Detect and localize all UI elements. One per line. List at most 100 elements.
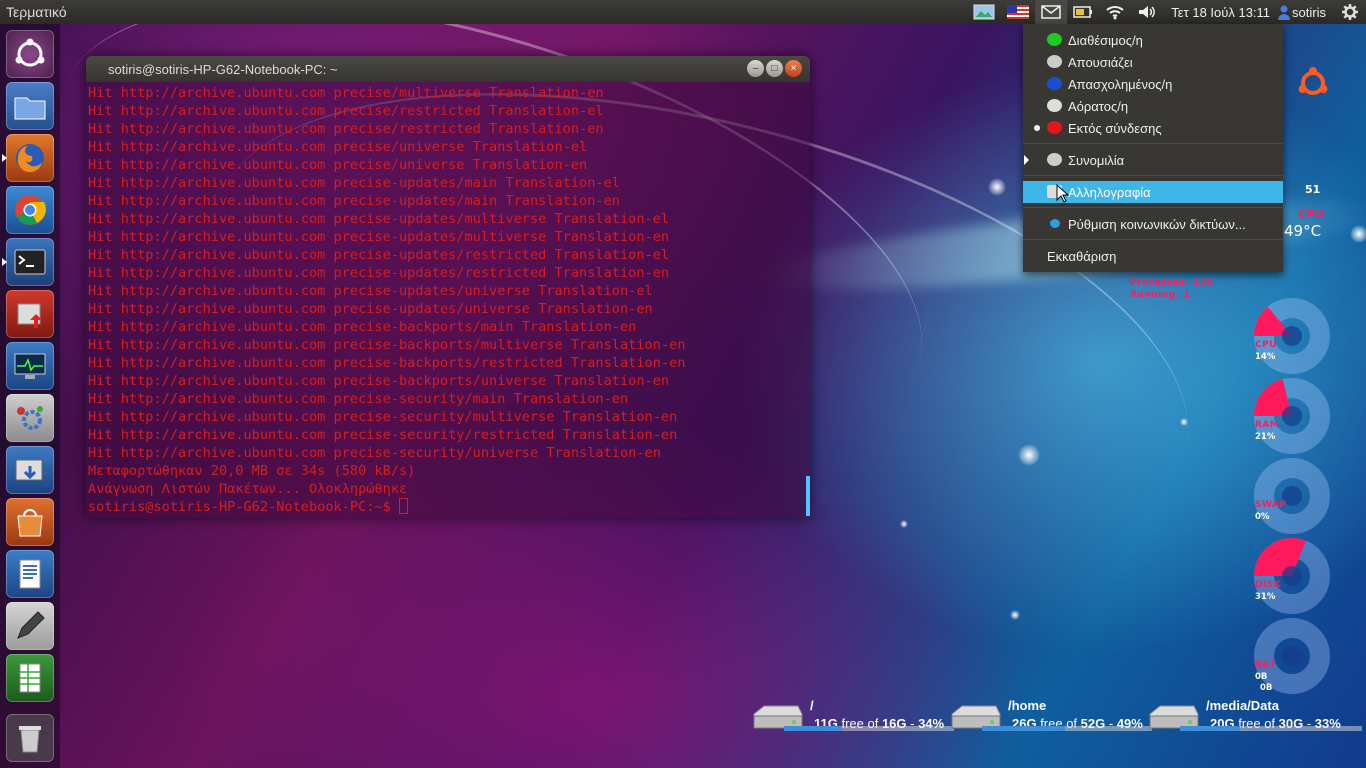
gauge-center [1282,646,1302,666]
conky-top-value: 51 [1305,183,1321,196]
disk-mount-name: / [810,698,814,713]
wallpaper-orb [1018,444,1040,466]
terminal-line: Hit http://archive.ubuntu.com precise-ba… [88,373,670,389]
terminal-prompt: sotiris@sotiris-HP-G62-Notebook-PC:~$ [88,499,399,515]
wifi-icon[interactable] [1099,0,1131,24]
conky-processes: Processes: 158 [1130,278,1214,288]
disk-usage-fill [1180,726,1241,731]
menu-separator [1023,207,1283,208]
libreoffice-calc-icon[interactable] [6,654,54,702]
menu-item-away[interactable]: Απουσιάζει [1023,51,1283,73]
terminal-line: Hit http://archive.ubuntu.com precise-up… [88,175,620,191]
clock[interactable]: Τετ 18 Ιούλ 13:11 [1163,5,1278,20]
menu-item-label: Απασχολημένος/η [1068,76,1173,92]
twitter-bird-icon [1050,219,1060,228]
terminal-line: Hit http://archive.ubuntu.com precise/un… [88,139,588,155]
disk-usage-bar [982,726,1152,731]
software-updater-icon[interactable] [6,290,54,338]
menu-item-clear[interactable]: Εκκαθάριση [1023,245,1283,267]
menu-separator [1023,175,1283,176]
disk-usage-bar [784,726,954,731]
terminal-scrollbar[interactable] [806,476,810,516]
volume-icon[interactable] [1131,0,1163,24]
terminal-output[interactable]: Hit http://archive.ubuntu.com precise/mu… [86,82,810,518]
offline-status-icon [1047,121,1062,134]
terminal-line: Hit http://archive.ubuntu.com precise-up… [88,211,670,227]
installer-icon[interactable] [6,446,54,494]
terminal-titlebar[interactable]: sotiris@sotiris-HP-G62-Notebook-PC: ~ – … [86,56,810,82]
gauge-center [1282,406,1302,426]
menu-separator [1023,239,1283,240]
terminal-line: Hit http://archive.ubuntu.com precise/mu… [88,85,604,101]
battery-icon[interactable] [1067,0,1099,24]
disk-mount-name: /media/Data [1206,698,1279,713]
disk-usage-fill [982,726,1066,731]
libreoffice-writer-icon[interactable] [6,550,54,598]
terminal-line: Hit http://archive.ubuntu.com precise-ba… [88,319,637,335]
wallpaper-orb [1350,225,1366,243]
menu-separator [1023,143,1283,144]
gear-icon[interactable] [1334,0,1366,24]
files-folder-icon[interactable] [6,82,54,130]
terminal-icon[interactable] [2,238,54,286]
menu-item-label: Αλληλογραφία [1068,184,1151,200]
system-settings-icon[interactable] [6,394,54,442]
keyboard-layout-flag-icon[interactable] [1001,0,1035,24]
menu-item-busy[interactable]: Απασχολημένος/η [1023,73,1283,95]
disk-mount-name: /home [1008,698,1047,713]
terminal-line: Hit http://archive.ubuntu.com precise-se… [88,391,629,407]
selected-bullet-icon [1034,125,1040,131]
running-indicator [2,258,7,266]
terminal-line: Hit http://archive.ubuntu.com precise-up… [88,301,653,317]
trash-icon[interactable] [6,714,54,762]
terminal-line: Hit http://archive.ubuntu.com precise-up… [88,193,620,209]
terminal-window[interactable]: sotiris@sotiris-HP-G62-Notebook-PC: ~ – … [86,56,810,518]
system-monitor-icon[interactable] [6,342,54,390]
terminal-title: sotiris@sotiris-HP-G62-Notebook-PC: ~ [108,61,338,77]
conky-gauge-cpu [1254,298,1330,374]
wallpaper-orb [1010,610,1020,620]
conky-gauge-disk [1254,538,1330,614]
conky-gauge-value: 0% [1255,512,1270,522]
chromium-icon[interactable] [6,186,54,234]
close-button[interactable]: × [785,60,802,77]
gauge-center [1282,326,1302,346]
maximize-button[interactable]: □ [766,60,783,77]
top-panel: Τερματικό Τετ 18 Ιούλ 13:11 sotiris [0,0,1366,24]
system-tray: Τετ 18 Ιούλ 13:11 sotiris [967,0,1366,24]
menu-item-chat[interactable]: Συνομιλία [1023,149,1283,171]
wallpaper-orb [988,178,1006,196]
menu-item-offline[interactable]: Εκτός σύνδεσης [1023,117,1283,139]
wallpaper-orb [1180,418,1188,426]
conky-gauge-label: CPU [1255,340,1278,350]
menu-item-invisible[interactable]: Αόρατος/η [1023,95,1283,117]
conky-cpu-label: CPU [1298,208,1325,221]
menu-item-available[interactable]: Διαθέσιμος/η [1023,29,1283,51]
ubuntu-logo-icon [1298,67,1328,95]
messaging-envelope-icon[interactable] [1035,0,1068,24]
menu-item-social[interactable]: Ρύθμιση κοινωνικών δικτύων... [1023,213,1283,235]
photo-indicator-icon[interactable] [967,0,1001,24]
launcher [0,24,60,768]
user-name[interactable]: sotiris [1292,5,1334,20]
conky-gauge-label: NET [1255,660,1277,670]
mouse-cursor-icon [1056,184,1070,203]
conky-gauge-label: RAM [1255,420,1280,430]
software-center-icon[interactable] [6,498,54,546]
terminal-line: Hit http://archive.ubuntu.com precise-se… [88,445,661,461]
disk-usage-fill [784,726,842,731]
conky-gauge-ram [1254,378,1330,454]
user-icon[interactable] [1278,0,1292,24]
messaging-status-menu: Διαθέσιμος/η Απουσιάζει Απασχολημένος/η … [1023,24,1283,272]
busy-status-icon [1047,77,1062,90]
text-editor-pen-icon[interactable] [6,602,54,650]
terminal-line: Hit http://archive.ubuntu.com precise/un… [88,157,588,173]
conky-gauge-label: SWAP [1255,500,1287,510]
terminal-line: Hit http://archive.ubuntu.com precise-ba… [88,355,686,371]
menu-item-label: Ρύθμιση κοινωνικών δικτύων... [1068,216,1246,232]
available-status-icon [1047,33,1062,46]
minimize-button[interactable]: – [747,60,764,77]
firefox-icon[interactable] [2,134,54,182]
menu-item-label: Συνομιλία [1068,152,1125,168]
dash-home-button[interactable] [6,30,54,78]
